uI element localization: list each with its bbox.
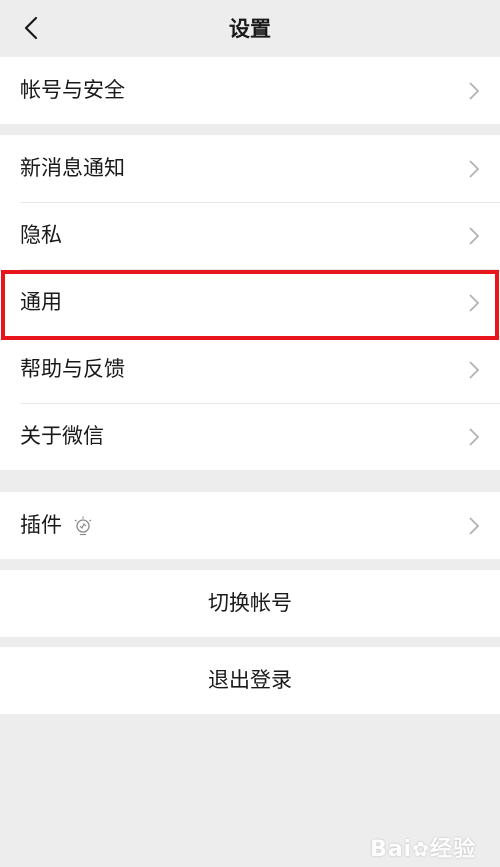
- chevron-right-icon: [469, 517, 480, 535]
- settings-row-plugins[interactable]: 插件: [0, 492, 500, 559]
- row-label: 隐私: [20, 223, 62, 247]
- watermark-text: Bai: [370, 837, 413, 862]
- logout-button[interactable]: 退出登录: [0, 647, 500, 714]
- main-settings-group: 新消息通知 隐私 通用 帮助与反馈 关于微信: [0, 135, 500, 470]
- page-title: 设置: [229, 17, 271, 41]
- watermark-suffix: 经验: [429, 837, 476, 862]
- paw-icon: ✿: [412, 837, 430, 861]
- navigation-bar: 设置: [0, 0, 500, 56]
- chevron-right-icon: [469, 82, 480, 100]
- lightbulb-icon: [74, 516, 92, 536]
- settings-row-about-wechat[interactable]: 关于微信: [0, 403, 500, 470]
- row-label: 关于微信: [20, 424, 104, 448]
- chevron-right-icon: [469, 294, 480, 312]
- row-label: 新消息通知: [20, 156, 125, 180]
- settings-row-help-feedback[interactable]: 帮助与反馈: [0, 336, 500, 403]
- baidu-watermark: Bai✿经验: [370, 831, 476, 863]
- settings-row-notifications[interactable]: 新消息通知: [0, 135, 500, 202]
- account-group: 帐号与安全: [0, 57, 500, 124]
- row-label: 帮助与反馈: [20, 357, 125, 381]
- settings-screen: 设置 帐号与安全 新消息通知 隐私 通用 帮助与反馈 关于微信 插件 切换帐号 …: [0, 0, 500, 867]
- settings-row-privacy[interactable]: 隐私: [0, 202, 500, 269]
- chevron-right-icon: [469, 227, 480, 245]
- plugins-group: 插件: [0, 492, 500, 559]
- switch-account-button[interactable]: 切换帐号: [0, 570, 500, 637]
- row-label: 帐号与安全: [20, 78, 125, 102]
- chevron-right-icon: [469, 361, 480, 379]
- row-label: 插件: [20, 513, 62, 537]
- row-label: 通用: [20, 290, 62, 314]
- chevron-right-icon: [469, 160, 480, 178]
- chevron-right-icon: [469, 428, 480, 446]
- settings-row-general[interactable]: 通用: [0, 269, 500, 336]
- settings-row-account-security[interactable]: 帐号与安全: [0, 57, 500, 124]
